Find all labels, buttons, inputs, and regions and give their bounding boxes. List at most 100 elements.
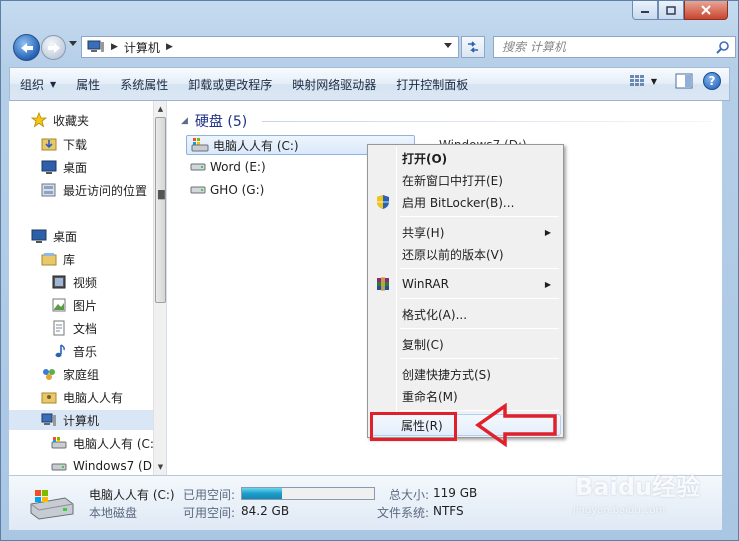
refresh-button[interactable] (461, 36, 485, 58)
menu-separator (400, 298, 559, 299)
view-controls: ▼ ? (629, 72, 721, 90)
sidebar-item-label: 视频 (73, 275, 98, 290)
user-folder-icon (41, 389, 57, 405)
close-icon (701, 5, 711, 15)
menu-item-restore-versions[interactable]: 还原以前的版本(V) (370, 243, 561, 265)
menu-item-winrar[interactable]: WinRAR ▶ (370, 273, 561, 295)
uninstall-program-button[interactable]: 卸载或更改程序 (178, 68, 282, 100)
breadcrumb-separator-icon[interactable]: ▶ (111, 42, 118, 52)
change-view-button[interactable]: ▼ (629, 74, 657, 88)
details-free-label: 可用空间: (183, 506, 236, 520)
breadcrumb-computer[interactable]: 计算机 (124, 39, 160, 56)
properties-button[interactable]: 属性 (66, 68, 110, 100)
minimize-button[interactable] (632, 1, 658, 20)
menu-separator (400, 358, 559, 359)
explorer-window: ▶ 计算机 ▶ 组织 ▼ 属性 系统属性 卸载或更改程序 映射网络驱动器 打开控制… (0, 0, 739, 541)
menu-separator (400, 216, 559, 217)
help-button[interactable]: ? (703, 72, 721, 90)
sidebar-item-documents[interactable]: 文档 (51, 318, 97, 338)
sidebar-item-label: 桌面 (63, 160, 88, 175)
menu-item-format[interactable]: 格式化(A)... (370, 303, 561, 325)
pictures-library-icon (51, 297, 67, 313)
menu-item-create-shortcut[interactable]: 创建快捷方式(S) (370, 363, 561, 385)
sidebar-item-music[interactable]: 音乐 (51, 341, 97, 361)
menu-item-bitlocker[interactable]: 启用 BitLocker(B)... (370, 191, 561, 213)
address-history-dropdown-icon[interactable] (444, 43, 452, 49)
group-divider (262, 121, 712, 122)
menu-item-label: 重命名(M) (402, 389, 458, 404)
menu-item-copy[interactable]: 复制(C) (370, 333, 561, 355)
details-drive-name: 电脑人人有 (C:) (89, 488, 175, 502)
sidebar-item-desktop-fav[interactable]: 桌面 (41, 157, 87, 177)
back-button[interactable] (13, 34, 40, 61)
scroll-grip-icon: ▬ ▬ ▬ (157, 187, 166, 203)
sidebar-item-favorites[interactable]: 收藏夹 (31, 110, 89, 130)
system-drive-icon (191, 138, 209, 152)
sidebar-item-drive-c[interactable]: 电脑人人有 (C: (51, 433, 154, 453)
baidu-watermark: Baidu经验 jingyan.baidu.com (563, 461, 733, 531)
sidebar-item-homegroup[interactable]: 家庭组 (41, 364, 99, 384)
sidebar-item-label: 收藏夹 (53, 113, 90, 128)
system-drive-icon (51, 435, 67, 451)
search-icon[interactable] (716, 40, 730, 54)
view-dropdown-icon[interactable]: ▼ (651, 77, 657, 86)
scroll-down-icon[interactable]: ▼ (154, 459, 166, 475)
collapse-triangle-icon[interactable]: ◢ (181, 116, 188, 126)
menu-item-label: 格式化(A)... (402, 307, 468, 322)
close-button[interactable] (684, 1, 728, 20)
map-network-drive-button[interactable]: 映射网络驱动器 (282, 68, 386, 100)
sidebar-item-label: Windows7 (D: (73, 459, 156, 473)
scroll-thumb[interactable] (155, 117, 166, 303)
homegroup-icon (41, 366, 57, 382)
library-icon (41, 251, 57, 267)
menu-item-open[interactable]: 打开(O) (370, 147, 561, 169)
sidebar-item-pictures[interactable]: 图片 (51, 295, 97, 315)
drive-e-item[interactable]: Word (E:) (190, 160, 266, 174)
organize-menu-button[interactable]: 组织 ▼ (10, 68, 66, 100)
computer-icon (41, 412, 57, 428)
organize-label: 组织 (20, 77, 45, 92)
sidebar-item-recent-places[interactable]: 最近访问的位置 (41, 180, 147, 200)
sidebar-item-libraries[interactable]: 库 (41, 249, 75, 269)
sidebar-item-computer[interactable]: 计算机 (9, 410, 153, 430)
forward-button[interactable] (41, 35, 66, 60)
music-library-icon (51, 343, 67, 359)
sidebar-item-label: 音乐 (73, 344, 98, 359)
sidebar-item-downloads[interactable]: 下载 (41, 134, 87, 154)
dropdown-icon: ▼ (50, 79, 57, 89)
menu-item-label: 打开(O) (402, 151, 448, 166)
menu-item-open-new-window[interactable]: 在新窗口中打开(E) (370, 169, 561, 191)
recent-places-icon (41, 182, 57, 198)
documents-library-icon (51, 320, 67, 336)
menu-item-label: 启用 BitLocker(B)... (402, 195, 515, 210)
search-box[interactable] (493, 36, 736, 58)
menu-item-share[interactable]: 共享(H) ▶ (370, 221, 561, 243)
maximize-button[interactable] (658, 1, 684, 20)
menu-separator (400, 328, 559, 329)
recent-pages-dropdown-icon[interactable] (69, 41, 77, 47)
used-space-bar (241, 487, 375, 500)
desktop-icon (31, 228, 47, 244)
sidebar-item-user-folder[interactable]: 电脑人人有 (41, 387, 123, 407)
sidebar-item-videos[interactable]: 视频 (51, 272, 97, 292)
scroll-up-icon[interactable]: ▲ (154, 101, 166, 117)
sidebar-item-label: 桌面 (53, 229, 78, 244)
breadcrumb-separator-icon[interactable]: ▶ (166, 42, 173, 52)
sidebar-item-drive-d[interactable]: Windows7 (D: ▼ (51, 456, 164, 475)
navigation-pane-scrollbar[interactable]: ▲ ▬ ▬ ▬ ▼ (153, 101, 166, 475)
watermark-url: jingyan.baidu.com (573, 505, 666, 516)
open-control-panel-button[interactable]: 打开控制面板 (386, 68, 478, 100)
minimize-icon (641, 11, 649, 13)
search-input[interactable] (502, 40, 717, 54)
system-properties-button[interactable]: 系统属性 (110, 68, 178, 100)
drive-label: Word (E:) (210, 160, 266, 174)
annotation-highlight-box (370, 412, 457, 441)
preview-pane-icon[interactable] (675, 73, 693, 89)
sidebar-item-desktop[interactable]: 桌面 (31, 226, 77, 246)
command-bar: 组织 ▼ 属性 系统属性 卸载或更改程序 映射网络驱动器 打开控制面板 ▼ ? (9, 67, 730, 101)
address-bar[interactable]: ▶ 计算机 ▶ (81, 36, 459, 58)
hard-disks-group-header[interactable]: ◢ 硬盘 (5) (181, 111, 247, 131)
drive-icon (190, 186, 206, 194)
drive-g-item[interactable]: GHO (G:) (190, 183, 264, 197)
sidebar-item-label: 电脑人人有 (C: (73, 436, 154, 451)
